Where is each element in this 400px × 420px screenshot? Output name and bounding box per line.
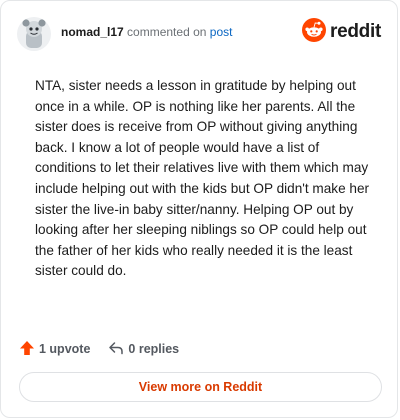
upvote-arrow-icon — [19, 340, 35, 359]
replies-button[interactable]: 0 replies — [108, 340, 179, 359]
snoo-logo-icon — [302, 17, 327, 47]
view-more-on-reddit-button[interactable]: View more on Reddit — [19, 372, 382, 402]
username-link[interactable]: nomad_l17 — [61, 25, 124, 39]
reddit-logo[interactable]: reddit — [302, 17, 381, 47]
snoo-avatar-icon[interactable] — [17, 17, 51, 51]
reddit-wordmark: reddit — [330, 21, 381, 42]
reddit-comment-embed: nomad_l17 commented on post reddit NTA, … — [0, 0, 398, 418]
replies-count: 0 replies — [128, 342, 180, 356]
comment-actions: 1 upvote 0 replies — [19, 338, 179, 360]
reply-icon — [108, 340, 124, 359]
comment-meta: nomad_l17 commented on post — [61, 24, 232, 40]
upvote-button[interactable]: 1 upvote — [19, 340, 90, 359]
comment-header: nomad_l17 commented on post reddit — [17, 14, 381, 54]
comment-body: NTA, sister needs a lesson in gratitude … — [35, 78, 370, 279]
post-link[interactable]: post — [210, 25, 233, 39]
action-text: commented on — [127, 25, 207, 39]
upvote-count: 1 upvote — [39, 342, 91, 356]
